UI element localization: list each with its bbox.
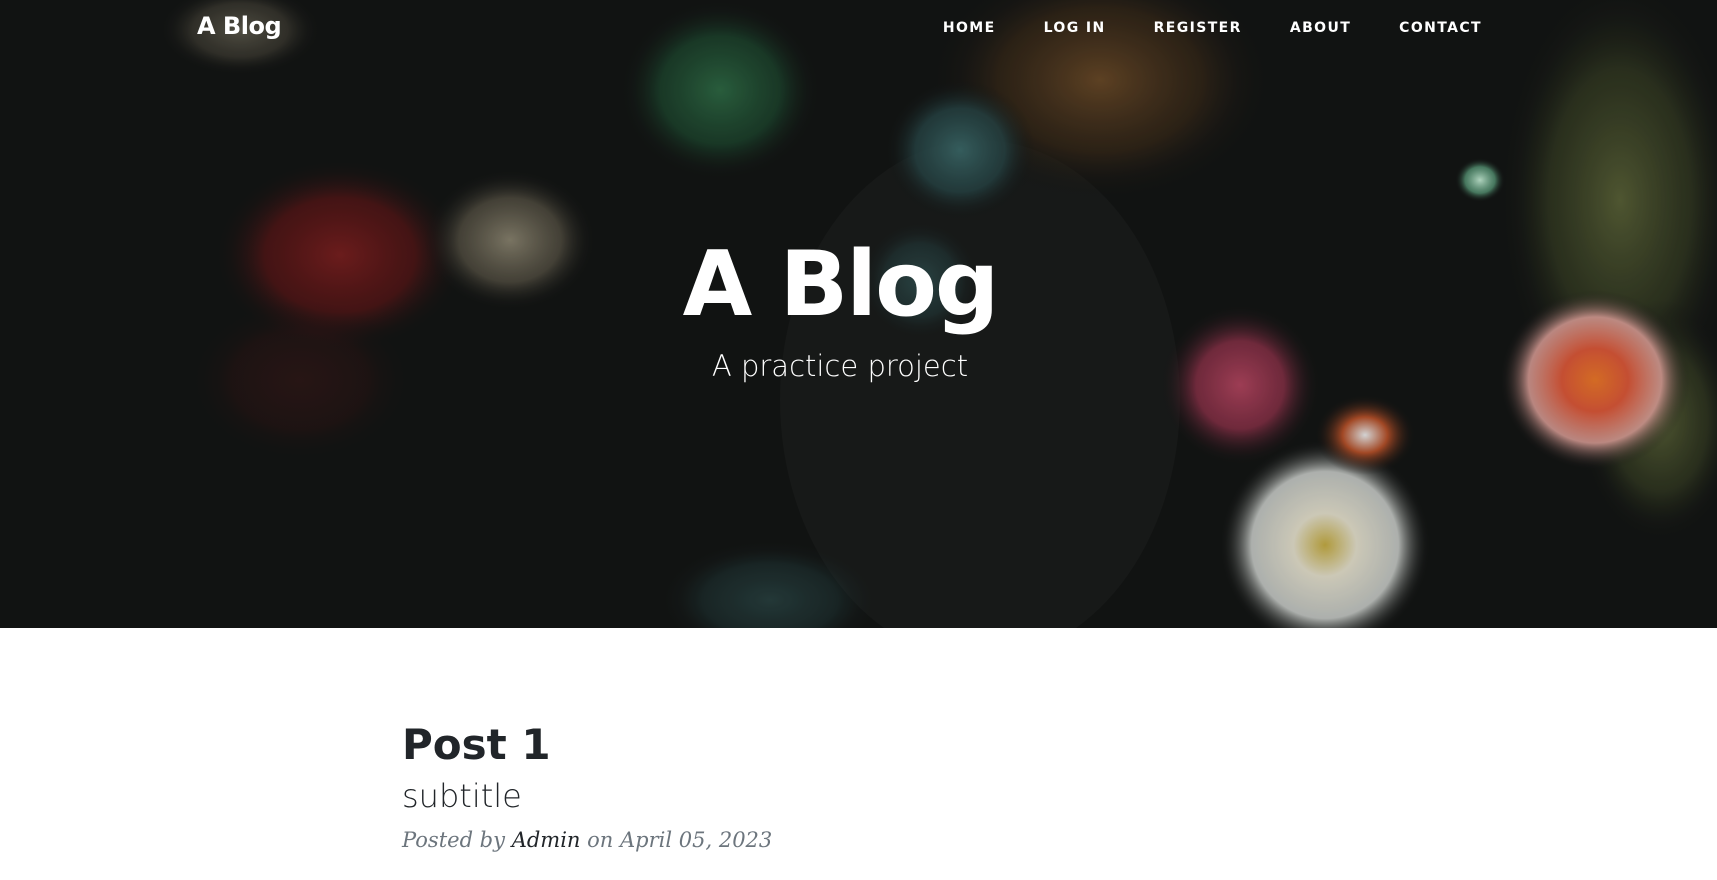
nav-link-register[interactable]: REGISTER [1154,0,1242,56]
hero-title: A Blog [682,232,1000,337]
masthead: A Blog HOME LOG IN REGISTER ABOUT CONTAC… [0,0,1717,628]
post-meta: Posted by Admin on April 05, 2023 [402,826,1302,854]
main-navbar: A Blog HOME LOG IN REGISTER ABOUT CONTAC… [0,0,1717,56]
post-date: April 05, 2023 [620,828,773,852]
nav-item-login: LOG IN [1020,0,1130,56]
nav-item-register: REGISTER [1130,0,1266,56]
hero-subtitle: A practice project [711,349,969,383]
post-list: Post 1 subtitle Posted by Admin on April… [402,720,1302,854]
site-heading: A Blog A practice project [0,230,1680,384]
nav-item-home: HOME [919,0,1020,56]
post-title[interactable]: Post 1 [402,720,1302,770]
nav-item-contact: CONTACT [1375,0,1482,56]
nav-links: HOME LOG IN REGISTER ABOUT CONTACT [919,0,1482,56]
post-subtitle[interactable]: subtitle [402,776,1302,816]
nav-item-about: ABOUT [1266,0,1375,56]
nav-link-home[interactable]: HOME [943,0,996,56]
navbar-brand[interactable]: A Blog [197,12,282,40]
post-preview: Post 1 subtitle Posted by Admin on April… [402,720,1302,854]
post-meta-on: on [587,828,614,852]
nav-link-login[interactable]: LOG IN [1044,0,1106,56]
post-meta-prefix: Posted by [402,828,505,852]
post-link[interactable]: Post 1 subtitle [402,720,1302,816]
nav-link-contact[interactable]: CONTACT [1399,0,1482,56]
nav-link-about[interactable]: ABOUT [1290,0,1351,56]
post-author-link[interactable]: Admin [512,828,581,852]
